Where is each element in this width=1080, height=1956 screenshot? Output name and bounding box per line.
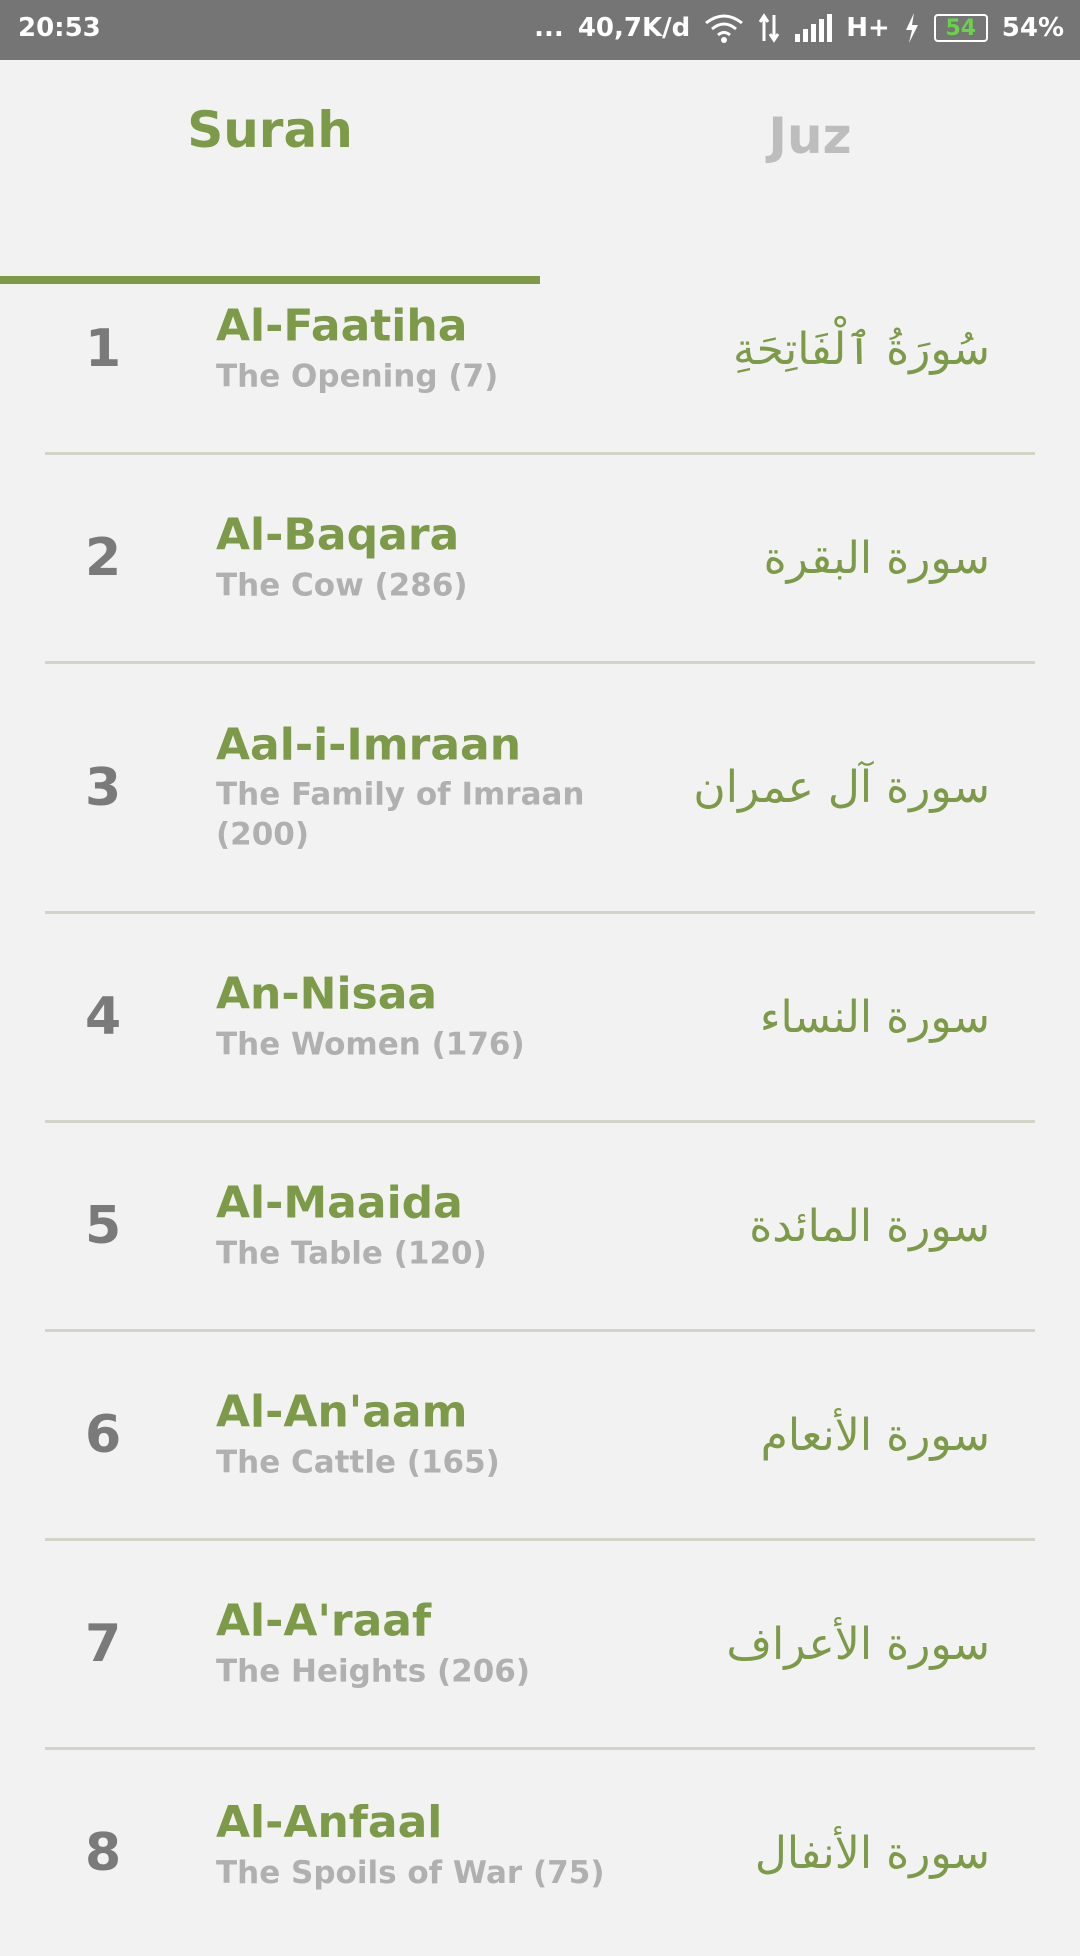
list-item[interactable]: 3 Aal-i-Imraan The Family of Imraan (200… bbox=[45, 664, 1035, 914]
surah-number: 3 bbox=[85, 757, 122, 818]
surah-name: Al-A'raaf bbox=[216, 1595, 432, 1647]
surah-arabic-name: سورة المائدة bbox=[749, 1200, 990, 1252]
surah-name: Al-Baqara bbox=[216, 509, 460, 561]
list-item[interactable]: 8 Al-Anfaal The Spoils of War (75) سورة … bbox=[45, 1750, 1035, 1956]
surah-name: Al-An'aam bbox=[216, 1386, 468, 1438]
surah-number: 8 bbox=[85, 1823, 122, 1883]
surah-number: 4 bbox=[85, 987, 122, 1047]
signal-icon bbox=[794, 14, 833, 42]
list-item[interactable]: 6 Al-An'aam The Cattle (165) سورة الأنعا… bbox=[45, 1332, 1035, 1541]
surah-translation: The Cow (286) bbox=[216, 567, 468, 604]
status-bar: 20:53 ... 40,7K/d H+ 54 54% bbox=[0, 0, 1080, 60]
surah-arabic-name: سورة الأعراف bbox=[726, 1618, 990, 1670]
surah-translation: The Opening (7) bbox=[216, 358, 499, 395]
surah-name: Al-Maaida bbox=[216, 1177, 463, 1229]
surah-arabic-name: سورة البقرة bbox=[763, 532, 990, 584]
surah-translation: The Cattle (165) bbox=[216, 1444, 500, 1481]
surah-names: Al-Baqara The Cow (286) bbox=[216, 509, 606, 606]
surah-names: Al-A'raaf The Heights (206) bbox=[216, 1595, 606, 1692]
surah-number: 2 bbox=[85, 528, 122, 588]
notification-dots: ... bbox=[534, 13, 564, 43]
status-time: 20:53 bbox=[18, 13, 101, 43]
surah-name: An-Nisaa bbox=[216, 968, 438, 1020]
surah-translation: The Family of Imraan (200) bbox=[216, 776, 585, 853]
data-transfer-icon bbox=[758, 13, 780, 43]
surah-number: 7 bbox=[85, 1614, 122, 1674]
network-type: H+ bbox=[846, 13, 890, 43]
list-item[interactable]: 1 Al-Faatiha The Opening (7) سُورَةُ ٱلْ… bbox=[45, 246, 1035, 455]
surah-names: Al-Anfaal The Spoils of War (75) bbox=[216, 1797, 606, 1893]
surah-arabic-name: سورة آل عمران bbox=[693, 762, 990, 813]
surah-list: 1 Al-Faatiha The Opening (7) سُورَةُ ٱلْ… bbox=[0, 246, 1080, 1956]
tab-juz[interactable]: Juz bbox=[540, 60, 1080, 224]
surah-translation: The Table (120) bbox=[216, 1235, 487, 1272]
battery-level: 54 bbox=[945, 15, 977, 41]
tab-surah[interactable]: Surah bbox=[0, 60, 540, 224]
battery-icon: 54 bbox=[933, 14, 988, 42]
surah-name: Al-Faatiha bbox=[216, 300, 468, 352]
surah-number: 6 bbox=[85, 1405, 122, 1465]
surah-translation: The Heights (206) bbox=[216, 1653, 530, 1690]
battery-percent: 54% bbox=[1001, 13, 1064, 43]
surah-translation: The Women (176) bbox=[216, 1026, 525, 1063]
surah-names: An-Nisaa The Women (176) bbox=[216, 968, 606, 1065]
surah-arabic-name: سورة الأنعام bbox=[760, 1409, 990, 1461]
surah-names: Al-An'aam The Cattle (165) bbox=[216, 1386, 606, 1483]
surah-name: Aal-i-Imraan bbox=[216, 718, 522, 770]
list-item[interactable]: 7 Al-A'raaf The Heights (206) سورة الأعر… bbox=[45, 1541, 1035, 1750]
tab-bar: Surah Juz bbox=[0, 60, 1080, 284]
surah-names: Al-Faatiha The Opening (7) bbox=[216, 300, 606, 397]
surah-names: Al-Maaida The Table (120) bbox=[216, 1177, 606, 1274]
surah-translation: The Spoils of War (75) bbox=[216, 1854, 605, 1891]
surah-arabic-name: سُورَةُ ٱلْفَاتِحَةِ bbox=[733, 323, 990, 375]
network-speed: 40,7K/d bbox=[577, 13, 691, 43]
surah-number: 1 bbox=[85, 319, 122, 379]
list-item[interactable]: 2 Al-Baqara The Cow (286) سورة البقرة bbox=[45, 455, 1035, 664]
status-indicators: ... 40,7K/d H+ 54 54% bbox=[534, 13, 1064, 43]
wifi-icon bbox=[704, 13, 744, 43]
list-item[interactable]: 5 Al-Maaida The Table (120) سورة المائدة bbox=[45, 1123, 1035, 1332]
surah-number: 5 bbox=[85, 1196, 122, 1256]
surah-names: Aal-i-Imraan The Family of Imraan (200) bbox=[216, 718, 606, 855]
surah-arabic-name: سورة النساء bbox=[759, 991, 990, 1043]
surah-name: Al-Anfaal bbox=[216, 1797, 443, 1848]
charging-icon bbox=[904, 13, 920, 43]
surah-arabic-name: سورة الأنفال bbox=[754, 1827, 990, 1879]
list-item[interactable]: 4 An-Nisaa The Women (176) سورة النساء bbox=[45, 914, 1035, 1123]
